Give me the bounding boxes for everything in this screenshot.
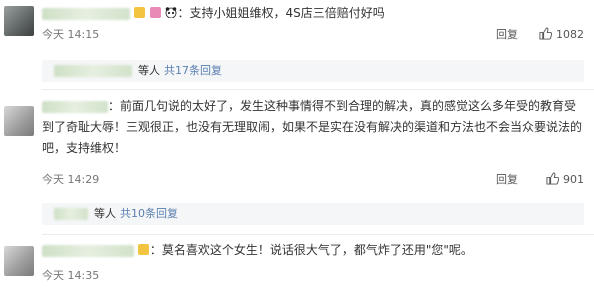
comment-text: ：支持小姐姐维权，4S店三倍赔付好吗: [42, 3, 584, 24]
username-blur[interactable]: [54, 65, 132, 77]
comment-2: ：前面几句说的太好了，发生这种事情得不到合理的解决，真的感觉这么多年受的教育受到…: [0, 96, 594, 226]
panda-emoji-icon: [166, 7, 177, 18]
crown-emoji-icon: [133, 7, 145, 18]
reply-count-link[interactable]: 共17条回复: [164, 64, 222, 77]
timestamp: 今天 14:15: [42, 28, 100, 41]
comment-text: ：前面几句说的太好了，发生这种事情得不到合理的解决，真的感觉这么多年受的教育受到…: [42, 96, 584, 159]
comment-text: ：莫名喜欢这个女生！说话很大气了，都气炸了还用"您"呢。: [42, 240, 584, 261]
timestamp: 今天 14:29: [42, 173, 100, 186]
username-blur[interactable]: [54, 208, 88, 220]
like-count: 1082: [556, 28, 584, 41]
reply-button[interactable]: 回复: [496, 27, 518, 43]
comment-meta: 今天 14:35: [42, 268, 584, 284]
like-count: 901: [563, 173, 584, 186]
crown-emoji-icon: [137, 244, 149, 255]
comment-3: ：莫名喜欢这个女生！说话很大气了，都气炸了还用"您"呢。 今天 14:35: [0, 238, 594, 292]
timestamp: 今天 14:35: [42, 269, 100, 282]
like-button[interactable]: 1082: [539, 27, 584, 43]
comment-body: ：支持小姐姐维权，4S店三倍赔付好吗: [177, 6, 385, 20]
thumbs-up-icon: [546, 172, 560, 185]
username-blur[interactable]: [42, 7, 130, 20]
comment-body: ：莫名喜欢这个女生！说话很大气了，都气炸了还用"您"呢。: [149, 243, 473, 257]
avatar[interactable]: [4, 246, 34, 276]
comment-meta: 今天 14:29 回复 901: [42, 172, 584, 188]
reply-thread-label: 等人: [94, 207, 116, 220]
like-button[interactable]: 901: [546, 172, 584, 188]
thumbs-up-icon: [539, 27, 553, 40]
reply-thread[interactable]: 等人 共10条回复: [42, 203, 584, 225]
username-blur[interactable]: [42, 244, 134, 257]
reply-thread[interactable]: 等人 共17条回复: [42, 60, 584, 82]
avatar[interactable]: [4, 6, 34, 36]
avatar[interactable]: [4, 106, 34, 136]
comment-1: ：支持小姐姐维权，4S店三倍赔付好吗 今天 14:15 回复 1082 等人 共1…: [0, 0, 594, 82]
reply-count-link[interactable]: 共10条回复: [120, 207, 178, 220]
divider: [42, 234, 594, 235]
username-blur[interactable]: [42, 100, 108, 113]
comment-meta: 今天 14:15 回复 1082: [42, 27, 584, 43]
reply-button[interactable]: 回复: [496, 172, 518, 188]
comment-body: ：前面几句说的太好了，发生这种事情得不到合理的解决，真的感觉这么多年受的教育受到…: [42, 99, 583, 155]
reply-thread-label: 等人: [138, 64, 160, 77]
divider: [42, 89, 594, 90]
heart-emoji-icon: [149, 7, 161, 18]
